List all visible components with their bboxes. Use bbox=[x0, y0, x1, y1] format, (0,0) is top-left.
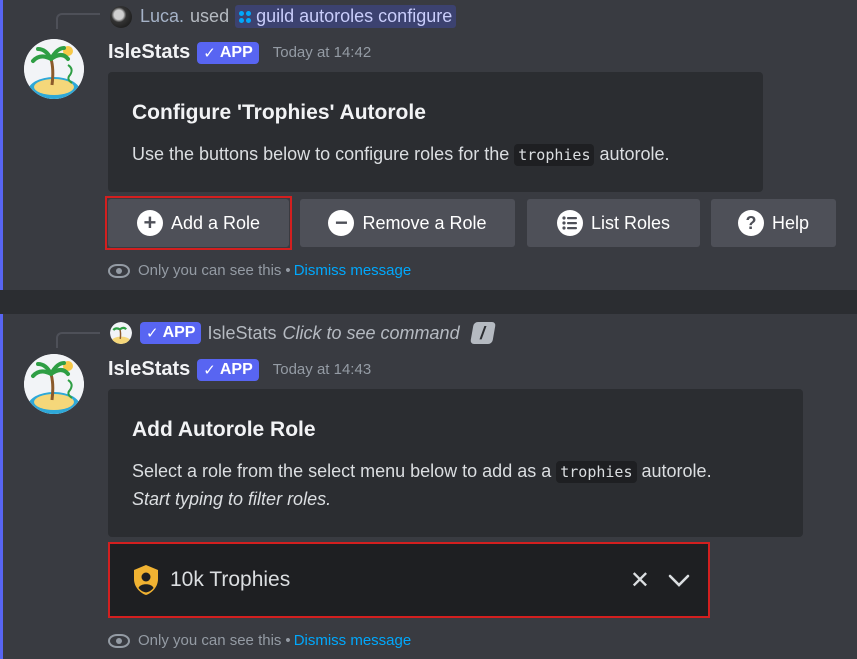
mention-accent-bar bbox=[0, 0, 3, 290]
help-label: Help bbox=[771, 212, 810, 233]
embed-title: Configure 'Trophies' Autorole bbox=[132, 101, 426, 124]
select-actions: ✕ bbox=[630, 566, 690, 595]
author-name[interactable]: IsleStats bbox=[108, 358, 190, 381]
command-reply[interactable]: ✓ APP IsleStats Click to see command / bbox=[110, 322, 496, 344]
bot-mini-avatar[interactable] bbox=[110, 322, 132, 344]
command-icon bbox=[239, 10, 252, 23]
app-badge-label: APP bbox=[219, 360, 253, 378]
message-gap bbox=[0, 290, 857, 314]
author-name[interactable]: IsleStats bbox=[108, 41, 190, 64]
eye-icon bbox=[108, 633, 130, 648]
remove-role-button[interactable]: − Remove a Role bbox=[300, 199, 515, 247]
reply-author[interactable]: IsleStats bbox=[207, 323, 276, 344]
embed-desc-text: Use the buttons below to configure roles… bbox=[132, 144, 510, 164]
embed-description-hint: Start typing to filter roles. bbox=[132, 489, 332, 509]
clear-icon[interactable]: ✕ bbox=[630, 566, 650, 595]
embed-card: Add Autorole Role Select a role from the… bbox=[108, 389, 803, 537]
help-button[interactable]: ? Help bbox=[711, 199, 836, 247]
click-to-see-command[interactable]: Click to see command bbox=[283, 323, 460, 344]
reply-used-text: used bbox=[190, 6, 230, 26]
timestamp[interactable]: Today at 14:43 bbox=[273, 361, 371, 378]
message-header: IsleStats ✓ APP Today at 14:43 bbox=[108, 358, 371, 381]
ephemeral-notice: Only you can see this • Dismiss message bbox=[108, 262, 411, 279]
question-icon: ? bbox=[737, 210, 764, 236]
chevron-down-icon[interactable] bbox=[668, 574, 690, 588]
embed-description: Select a role from the select menu below… bbox=[132, 457, 712, 486]
list-roles-button[interactable]: List Roles bbox=[527, 199, 700, 247]
command-name: guild autoroles configure bbox=[256, 6, 453, 26]
app-badge: ✓ APP bbox=[140, 322, 202, 344]
bot-avatar[interactable] bbox=[24, 39, 84, 99]
separator: • bbox=[285, 632, 291, 649]
user-avatar[interactable] bbox=[110, 5, 132, 28]
eye-icon bbox=[108, 263, 130, 278]
embed-desc-text: Select a role from the select menu below… bbox=[132, 461, 552, 481]
message-header: IsleStats ✓ APP Today at 14:42 bbox=[108, 41, 371, 64]
shield-user-icon bbox=[134, 565, 158, 595]
check-icon: ✓ bbox=[203, 361, 216, 379]
role-select-menu[interactable]: 10k Trophies ✕ bbox=[108, 542, 710, 618]
app-badge: ✓ APP bbox=[197, 41, 259, 64]
minus-circle-icon: − bbox=[328, 210, 355, 236]
highlight-box bbox=[105, 196, 292, 250]
check-icon: ✓ bbox=[203, 44, 216, 62]
reply-connector bbox=[56, 13, 100, 29]
command-reply[interactable]: Luca. used guild autoroles configure bbox=[110, 5, 457, 28]
reply-connector bbox=[56, 332, 100, 348]
app-badge: ✓ APP bbox=[197, 358, 259, 381]
mention-accent-bar bbox=[0, 314, 3, 659]
ephemeral-text: Only you can see this bbox=[138, 632, 282, 649]
reply-username[interactable]: Luca. bbox=[140, 6, 184, 27]
app-badge-label: APP bbox=[219, 43, 253, 61]
embed-title: Add Autorole Role bbox=[132, 418, 316, 441]
embed-description: Use the buttons below to configure roles… bbox=[132, 140, 670, 169]
ephemeral-text: Only you can see this bbox=[138, 262, 282, 279]
remove-role-label: Remove a Role bbox=[362, 212, 487, 233]
inline-code: trophies bbox=[556, 461, 637, 483]
dismiss-link[interactable]: Dismiss message bbox=[294, 262, 412, 279]
embed-desc-text-end: autorole. bbox=[599, 144, 670, 164]
dismiss-link[interactable]: Dismiss message bbox=[294, 632, 412, 649]
island-icon bbox=[24, 354, 84, 414]
embed-card: Configure 'Trophies' Autorole Use the bu… bbox=[108, 72, 763, 192]
inline-code: trophies bbox=[514, 144, 595, 166]
island-icon bbox=[24, 39, 84, 99]
embed-desc-text-end: autorole. bbox=[641, 461, 712, 481]
command-mention[interactable]: guild autoroles configure bbox=[235, 5, 457, 28]
slash-command-icon: / bbox=[469, 322, 496, 344]
check-icon: ✓ bbox=[146, 325, 159, 342]
app-badge-label: APP bbox=[162, 324, 196, 341]
message-1: Luca. used guild autoroles configure Isl… bbox=[0, 0, 857, 290]
ephemeral-notice: Only you can see this • Dismiss message bbox=[108, 632, 411, 649]
selected-role: 10k Trophies bbox=[170, 568, 291, 591]
list-icon bbox=[556, 210, 583, 236]
list-roles-label: List Roles bbox=[590, 212, 671, 233]
bot-avatar[interactable] bbox=[24, 354, 84, 414]
separator: • bbox=[285, 262, 291, 279]
timestamp[interactable]: Today at 14:42 bbox=[273, 44, 371, 61]
